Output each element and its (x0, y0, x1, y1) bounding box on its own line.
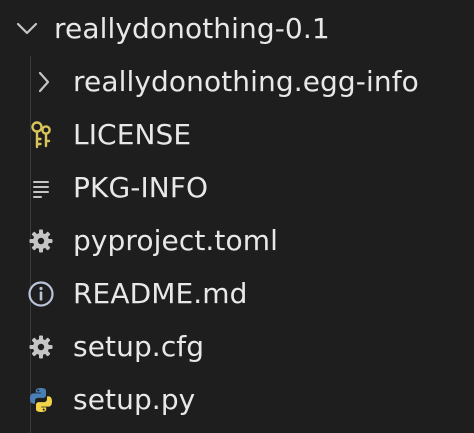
gear-icon (27, 332, 55, 362)
python-icon (27, 385, 55, 415)
file-pyproject-toml[interactable]: pyproject.toml (0, 214, 474, 267)
lines-icon (27, 173, 55, 203)
folder-label: reallydonothing.egg-info (73, 64, 419, 98)
folder-reallydonothing-0.1[interactable]: reallydonothing-0.1 (0, 2, 474, 55)
file-label: PKG-INFO (73, 170, 209, 204)
folder-egg-info[interactable]: reallydonothing.egg-info (0, 55, 474, 108)
key-icon (27, 120, 55, 150)
file-pkg-info[interactable]: PKG-INFO (0, 161, 474, 214)
chevron-right-icon[interactable] (31, 67, 57, 97)
file-explorer: reallydonothing-0.1 reallydonothing.egg-… (0, 0, 474, 433)
chevron-down-icon[interactable] (14, 14, 40, 44)
file-label: setup.cfg (73, 329, 205, 363)
folder-label: reallydonothing-0.1 (54, 11, 330, 45)
file-label: pyproject.toml (73, 223, 278, 257)
file-license[interactable]: LICENSE (0, 108, 474, 161)
info-icon (27, 279, 55, 309)
file-label: LICENSE (73, 117, 192, 151)
file-setup-cfg[interactable]: setup.cfg (0, 320, 474, 373)
file-setup-py[interactable]: setup.py (0, 373, 474, 426)
gear-icon (27, 226, 55, 256)
file-label: setup.py (73, 382, 196, 416)
file-label: README.md (73, 276, 248, 310)
file-readme-md[interactable]: README.md (0, 267, 474, 320)
